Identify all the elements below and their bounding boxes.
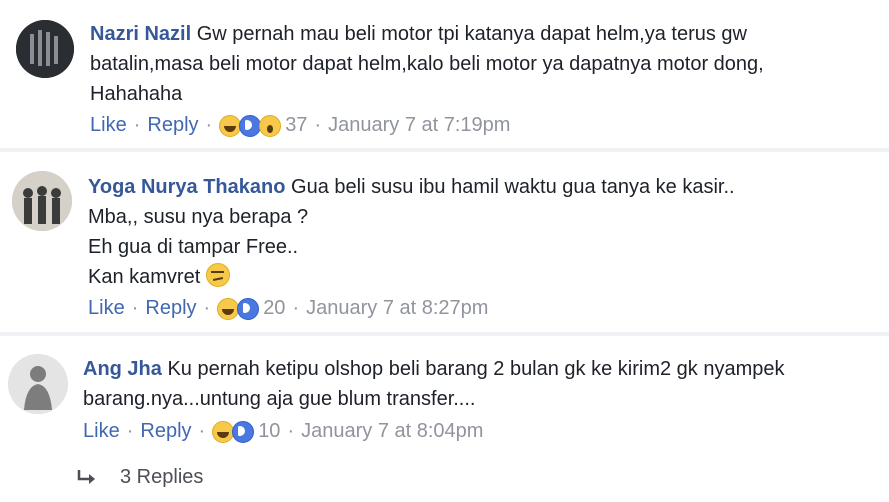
like-link[interactable]: Like bbox=[83, 420, 120, 443]
comment-card: Nazri Nazil Gw pernah mau beli motor tpi… bbox=[0, 0, 889, 148]
separator: · bbox=[203, 297, 211, 319]
comment-actions: Like · Reply · 37 · January 7 at 7:19pm bbox=[90, 114, 510, 137]
haha-icon bbox=[217, 297, 240, 320]
commenter-name[interactable]: Nazri Nazil bbox=[90, 23, 191, 45]
comment-actions: Like · Reply · 10 · January 7 at 8:04pm bbox=[83, 420, 483, 443]
like-link[interactable]: Like bbox=[88, 297, 125, 320]
reaction-count[interactable]: 20 bbox=[263, 297, 285, 320]
comment-body: Yoga Nurya Thakano Gua beli susu ibu ham… bbox=[88, 172, 868, 292]
separator: · bbox=[131, 297, 139, 319]
reply-arrow-icon bbox=[77, 469, 95, 484]
reactions[interactable] bbox=[217, 297, 260, 320]
like-icon bbox=[239, 114, 262, 137]
avatar[interactable] bbox=[12, 171, 72, 231]
reply-link[interactable]: Reply bbox=[140, 420, 191, 443]
comment-text-line: Mba,, susu nya berapa ? bbox=[88, 206, 309, 228]
timestamp[interactable]: January 7 at 8:04pm bbox=[301, 420, 483, 443]
like-icon bbox=[232, 420, 255, 443]
separator: · bbox=[292, 297, 300, 319]
like-icon bbox=[237, 297, 260, 320]
timestamp[interactable]: January 7 at 8:27pm bbox=[306, 297, 488, 320]
comment-card: Yoga Nurya Thakano Gua beli susu ibu ham… bbox=[0, 152, 889, 332]
commenter-name[interactable]: Ang Jha bbox=[83, 358, 162, 380]
reply-link[interactable]: Reply bbox=[145, 297, 196, 320]
commenter-name[interactable]: Yoga Nurya Thakano bbox=[88, 176, 285, 198]
like-link[interactable]: Like bbox=[90, 114, 127, 137]
reactions[interactable] bbox=[212, 420, 255, 443]
timestamp[interactable]: January 7 at 7:19pm bbox=[328, 114, 510, 137]
view-replies-link[interactable]: 3 Replies bbox=[76, 466, 203, 489]
comment-body: Nazri Nazil Gw pernah mau beli motor tpi… bbox=[90, 19, 870, 109]
reactions[interactable] bbox=[219, 114, 282, 137]
comment-text-line: batalin,masa beli motor dapat helm,kalo … bbox=[90, 53, 764, 75]
replies-label[interactable]: 3 Replies bbox=[120, 466, 203, 489]
separator: · bbox=[126, 420, 134, 442]
reply-link[interactable]: Reply bbox=[147, 114, 198, 137]
avatar[interactable] bbox=[8, 354, 68, 414]
separator: · bbox=[198, 420, 206, 442]
haha-icon bbox=[219, 114, 242, 137]
avatar[interactable] bbox=[16, 20, 74, 78]
comment-text-line: Eh gua di tampar Free.. bbox=[88, 236, 299, 258]
comment-actions: Like · Reply · 20 · January 7 at 8:27pm bbox=[88, 297, 488, 320]
separator: · bbox=[133, 114, 141, 136]
separator: · bbox=[205, 114, 213, 136]
haha-icon bbox=[212, 420, 235, 443]
comment-text-line: Hahahaha bbox=[90, 83, 183, 105]
comment-text-line: barang.nya...untung aja gue blum transfe… bbox=[83, 388, 476, 410]
comment-body: Ang Jha Ku pernah ketipu olshop beli bar… bbox=[83, 354, 883, 414]
unamused-emoji-icon bbox=[206, 263, 231, 287]
separator: · bbox=[314, 114, 322, 136]
comment-text-line: Kan kamvret bbox=[88, 266, 201, 288]
wow-icon bbox=[259, 114, 282, 137]
comment-text-line: Ku pernah ketipu olshop beli barang 2 bu… bbox=[167, 358, 785, 380]
comment-text-line: Gw pernah mau beli motor tpi katanya dap… bbox=[196, 23, 748, 45]
reaction-count[interactable]: 10 bbox=[258, 420, 280, 443]
separator: · bbox=[287, 420, 295, 442]
comment-text-line: Gua beli susu ibu hamil waktu gua tanya … bbox=[291, 176, 735, 198]
reaction-count[interactable]: 37 bbox=[285, 114, 307, 137]
